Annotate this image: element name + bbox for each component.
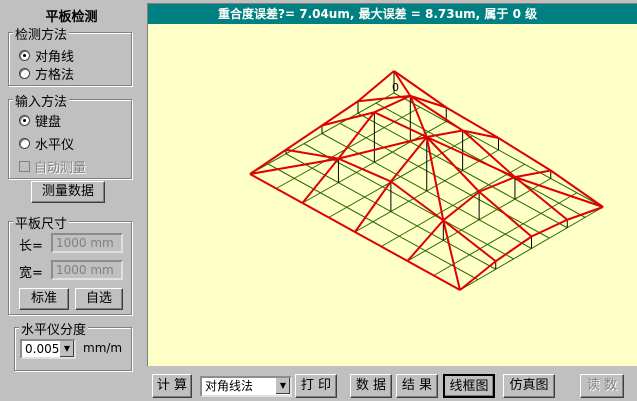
level-unit: mm/m — [83, 341, 123, 355]
read-button[interactable]: 读 数 — [580, 374, 624, 398]
result-title: 重合度误差?= 7.04um, 最大误差 = 8.73um, 属于 0 级 — [148, 4, 637, 24]
width-label: 宽= — [19, 266, 43, 281]
diagonal-line — [426, 136, 516, 179]
radio-keyboard[interactable]: 键盘 — [19, 111, 61, 130]
surface-line — [354, 180, 392, 233]
radio-diagonal[interactable]: 对角线 — [19, 46, 74, 65]
surface-line — [461, 129, 516, 178]
radio-level[interactable]: 水平仪 — [19, 134, 74, 153]
wireframe-button[interactable]: 线框图 — [443, 374, 495, 398]
radio-dot-icon — [19, 115, 30, 126]
surface-line — [459, 260, 497, 291]
zero-label: 0 — [392, 81, 399, 94]
method-select-value: 对角线法 — [205, 379, 254, 393]
panel-title: 平板检测 — [45, 10, 98, 25]
chevron-down-icon[interactable]: ▼ — [275, 378, 290, 394]
surface-line — [357, 70, 395, 103]
surface-line — [410, 94, 447, 109]
auto-measure-checkbox[interactable]: 自动测量 — [19, 157, 86, 176]
measure-data-button[interactable]: 测量数据 — [31, 181, 105, 203]
calc-button[interactable]: 计 算 — [152, 374, 192, 398]
surface-line — [285, 148, 339, 160]
data-button[interactable]: 数 据 — [350, 374, 392, 398]
radio-keyboard-label: 键盘 — [35, 115, 62, 130]
toolbar: 计 算 对角线法 ▼ 打 印 数 据 结 果 线框图 仿真图 读 数 — [147, 367, 637, 401]
print-button[interactable]: 打 印 — [295, 374, 337, 398]
radio-level-label: 水平仪 — [35, 138, 75, 153]
level-select-value: 0.005 — [25, 342, 60, 356]
input-group-label: 输入方法 — [13, 91, 70, 110]
radio-dot-icon — [19, 50, 30, 61]
chevron-down-icon[interactable]: ▼ — [59, 341, 74, 357]
size-group-label: 平板尺寸 — [13, 213, 70, 232]
length-label: 长= — [19, 239, 43, 254]
custom-button[interactable]: 自选 — [75, 288, 123, 310]
size-group: 平板尺寸 长= 1000 mm 宽= 1000 mm 标准 自选 — [8, 213, 132, 315]
radio-grid-label: 方格法 — [35, 68, 75, 83]
surface-line — [442, 190, 480, 222]
plot-area: 重合度误差?= 7.04um, 最大误差 = 8.73um, 属于 0 级 0 — [147, 3, 637, 366]
wireframe-plot: 0 — [249, 70, 604, 291]
checkbox-icon — [19, 161, 30, 172]
level-group: 水平仪分度 0.005 ▼ mm/m — [14, 319, 132, 371]
surface-line — [285, 124, 323, 151]
control-panel: 平板检测 检测方法 对角线 方格法 输入方法 键盘 水平仪 自动测量 测量数据 … — [0, 0, 143, 401]
radio-dot-icon — [19, 68, 30, 79]
level-select[interactable]: 0.005 ▼ — [20, 339, 76, 359]
level-group-label: 水平仪分度 — [19, 319, 89, 338]
input-group: 输入方法 键盘 水平仪 自动测量 — [8, 91, 132, 179]
standard-button[interactable]: 标准 — [19, 288, 69, 310]
surface-line — [531, 218, 568, 238]
length-field[interactable]: 1000 mm — [51, 233, 123, 253]
simulation-button[interactable]: 仿真图 — [503, 374, 555, 398]
surface-line — [495, 235, 533, 263]
width-field[interactable]: 1000 mm — [51, 260, 123, 280]
radio-dot-icon — [19, 138, 30, 149]
surface-line — [406, 219, 445, 262]
method-group-label: 检测方法 — [13, 24, 70, 43]
surface-line — [478, 190, 533, 238]
radio-grid[interactable]: 方格法 — [19, 64, 74, 83]
surface-line — [550, 169, 604, 208]
method-group: 检测方法 对角线 方格法 — [8, 24, 132, 86]
surface-line — [390, 180, 444, 222]
result-button[interactable]: 结 果 — [396, 374, 438, 398]
auto-measure-label: 自动测量 — [34, 161, 87, 176]
method-select[interactable]: 对角线法 ▼ — [200, 376, 292, 397]
radio-diagonal-label: 对角线 — [35, 50, 75, 65]
